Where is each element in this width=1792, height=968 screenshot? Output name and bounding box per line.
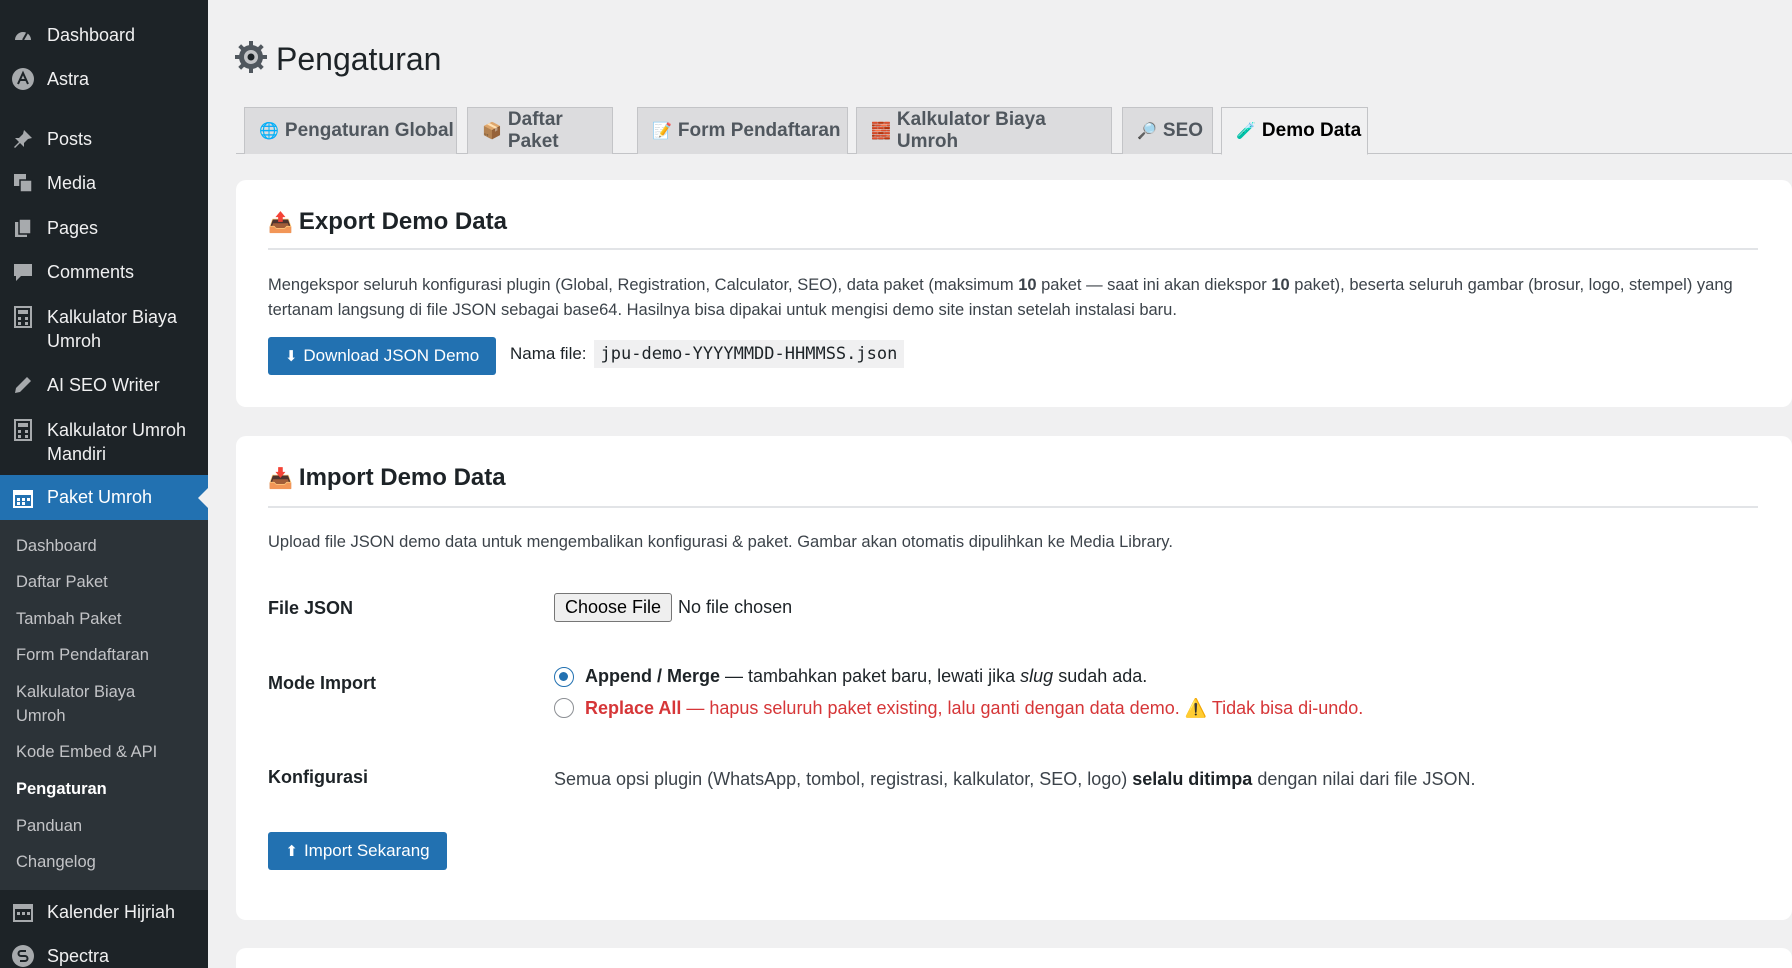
append-merge-text: Append / Merge — tambahkan paket baru, l… xyxy=(585,666,1148,686)
bricks-icon: 🧱 xyxy=(871,123,891,140)
magnifier-icon: 🔎 xyxy=(1137,123,1157,140)
menu-item-astra[interactable]: Astra xyxy=(0,67,208,93)
file-input[interactable]: Choose File No file chosen xyxy=(554,592,792,622)
calculator-icon xyxy=(11,305,35,329)
submenu-item-tambah-paket[interactable]: Tambah Paket xyxy=(16,607,201,631)
test-tube-icon: 🧪 xyxy=(1236,123,1256,140)
admin-sidebar: Dashboard Astra Posts Media Pages Commen… xyxy=(0,0,208,968)
filename-info: Nama file: jpu-demo-YYYYMMDD-HHMMSS.json xyxy=(510,335,905,373)
memo-icon: 📝 xyxy=(652,123,672,140)
menu-item-paket-umroh[interactable]: Paket Umroh xyxy=(0,475,208,520)
tab-pengaturan-global[interactable]: 🌐 Pengaturan Global xyxy=(244,107,457,154)
astra-icon xyxy=(11,67,35,91)
export-section-title: 📤 Export Demo Data xyxy=(268,208,507,235)
pin-icon xyxy=(11,127,35,151)
menu-item-spectra[interactable]: Spectra xyxy=(0,944,208,968)
radio-replace-all[interactable] xyxy=(554,698,574,718)
submenu-paket-umroh: Dashboard Daftar Paket Tambah Paket Form… xyxy=(0,520,208,890)
warning-icon: ⚠️ xyxy=(1184,698,1208,718)
choose-file-button[interactable]: Choose File xyxy=(554,592,673,622)
menu-item-pages[interactable]: Pages xyxy=(0,216,208,242)
menu-item-kalkulator-umroh-mandiri[interactable]: Kalkulator Umroh Mandiri xyxy=(0,418,208,466)
calculator-icon xyxy=(11,418,35,442)
package-icon: 📦 xyxy=(482,123,502,140)
import-sekarang-button[interactable]: ⬆ Import Sekarang xyxy=(268,832,447,870)
spectra-icon xyxy=(11,944,35,968)
tab-demo-data[interactable]: 🧪 Demo Data xyxy=(1221,107,1368,155)
import-description: Upload file JSON demo data untuk mengemb… xyxy=(268,533,1173,551)
menu-item-ai-seo-writer[interactable]: AI SEO Writer xyxy=(0,373,208,399)
submenu-item-kode-embed-api[interactable]: Kode Embed & API xyxy=(16,740,201,764)
upload-icon: ⬆ xyxy=(285,843,298,860)
konfigurasi-label: Konfigurasi xyxy=(268,767,369,787)
next-card xyxy=(236,948,1792,968)
tab-seo[interactable]: 🔎 SEO xyxy=(1122,107,1213,154)
submenu-item-kalkulator-biaya-umroh[interactable]: Kalkulator Biaya Umroh xyxy=(16,680,186,728)
menu-item-dashboard[interactable]: Dashboard xyxy=(0,23,208,49)
download-icon: ⬇ xyxy=(284,348,298,365)
pages-icon xyxy=(11,216,35,240)
submenu-item-changelog[interactable]: Changelog xyxy=(16,850,201,874)
konfigurasi-text: Semua opsi plugin (WhatsApp, tombol, reg… xyxy=(554,769,1476,789)
import-demo-card: 📥 Import Demo Data Upload file JSON demo… xyxy=(236,436,1792,920)
pencil-icon xyxy=(11,373,35,397)
import-section-title: 📥 Import Demo Data xyxy=(268,464,506,491)
divider xyxy=(268,506,1758,508)
export-description: Mengekspor seluruh konfigurasi plugin (G… xyxy=(268,276,1733,319)
export-demo-card: 📤 Export Demo Data Mengekspor seluruh ko… xyxy=(236,180,1792,407)
file-json-label: File JSON xyxy=(268,598,354,618)
radio-append-merge[interactable] xyxy=(554,667,574,687)
submenu-item-form-pendaftaran[interactable]: Form Pendaftaran xyxy=(16,643,201,667)
menu-item-media[interactable]: Media xyxy=(0,171,208,197)
mode-import-label: Mode Import xyxy=(268,673,376,693)
dashboard-icon xyxy=(11,23,35,47)
filename-code: jpu-demo-YYYYMMDD-HHMMSS.json xyxy=(593,340,905,368)
outbox-icon: 📤 xyxy=(268,211,293,234)
media-icon xyxy=(11,171,35,195)
download-json-demo-button[interactable]: ⬇ Download JSON Demo xyxy=(268,337,496,375)
divider xyxy=(268,248,1758,250)
comments-icon xyxy=(11,260,35,284)
tab-form-pendaftaran[interactable]: 📝 Form Pendaftaran xyxy=(637,107,848,154)
settings-tabs: 🌐 Pengaturan Global 📦 Daftar Paket 📝 For… xyxy=(236,106,1792,155)
tab-kalkulator-biaya-umroh[interactable]: 🧱 Kalkulator Biaya Umroh xyxy=(856,107,1112,154)
submenu-item-dashboard[interactable]: Dashboard xyxy=(16,534,201,558)
page-title-text: Pengaturan xyxy=(276,40,442,77)
submenu-item-panduan[interactable]: Panduan xyxy=(16,814,201,838)
inbox-icon: 📥 xyxy=(268,467,293,490)
menu-item-posts[interactable]: Posts xyxy=(0,127,208,153)
calendar-icon xyxy=(11,900,35,924)
replace-all-text: Replace All — hapus seluruh paket existi… xyxy=(585,698,1364,718)
globe-icon: 🌐 xyxy=(259,123,279,140)
tab-daftar-paket[interactable]: 📦 Daftar Paket xyxy=(467,107,613,154)
submenu-item-pengaturan[interactable]: Pengaturan xyxy=(16,777,201,801)
menu-item-kalender-hijriah[interactable]: Kalender Hijriah xyxy=(0,900,208,926)
menu-item-kalkulator-biaya-umroh[interactable]: Kalkulator Biaya Umroh xyxy=(0,305,208,353)
menu-item-comments[interactable]: Comments xyxy=(0,260,208,286)
calendar-icon xyxy=(11,486,35,510)
no-file-text: No file chosen xyxy=(678,596,793,617)
page-title: Pengaturan xyxy=(234,36,441,82)
gear-icon xyxy=(234,40,268,79)
submenu-item-daftar-paket[interactable]: Daftar Paket xyxy=(16,570,201,594)
